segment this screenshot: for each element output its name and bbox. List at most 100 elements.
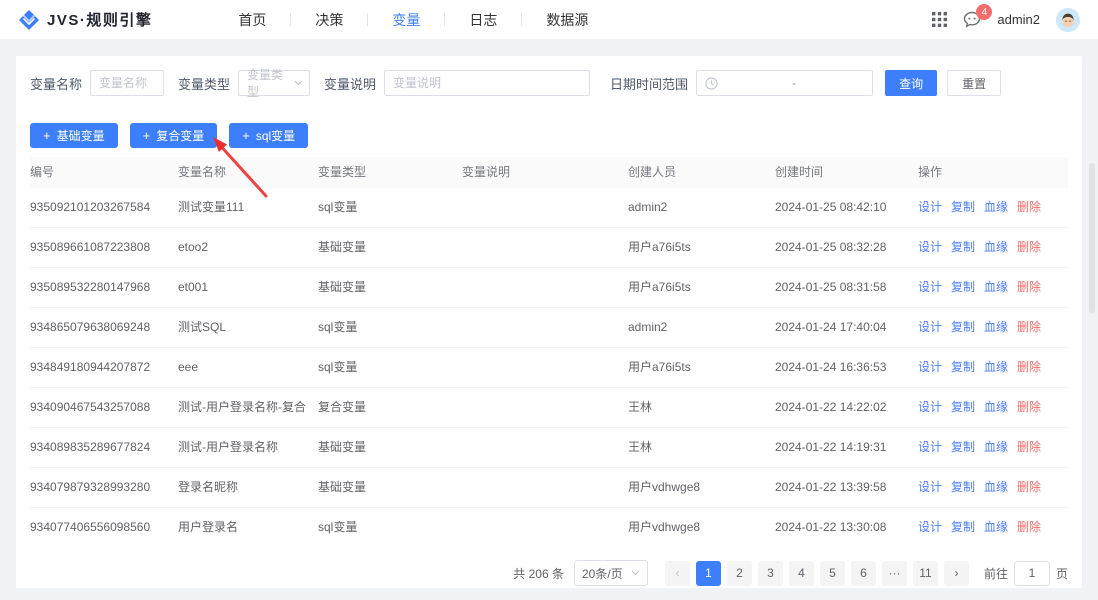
name-filter-input[interactable] [90,70,165,96]
delete-link[interactable]: 删除 [1017,400,1041,414]
lineage-link[interactable]: 血缘 [984,280,1008,294]
more-pages-button[interactable]: ··· [881,560,907,586]
filter-bar: 变量名称 变量类型 变量类型 变量说明 日期时间范围 - 查询 重置 [30,68,1068,99]
name-filter-label: 变量名称 [30,76,83,92]
copy-link[interactable]: 复制 [951,320,975,334]
logo-icon [18,9,40,31]
avatar[interactable] [1056,7,1080,32]
next-page-button[interactable]: › [943,560,969,586]
col-ops: 操作 [918,157,1068,188]
clock-icon [705,76,718,90]
type-filter-select[interactable]: 变量类型 [238,68,311,99]
search-button[interactable]: 查询 [885,70,938,96]
apps-grid-icon[interactable] [932,12,948,27]
nav-item-logs[interactable]: 日志 [445,0,521,40]
desc-filter-input[interactable] [384,70,591,96]
cell-creator: admin2 [628,307,775,348]
page-button-4[interactable]: 4 [788,560,814,586]
design-link[interactable]: 设计 [918,480,942,494]
cell-desc [462,347,628,388]
cell-creator: 王林 [628,387,775,428]
delete-link[interactable]: 删除 [1017,200,1041,214]
nav-item-home[interactable]: 首页 [214,0,290,40]
copy-link[interactable]: 复制 [951,280,975,294]
copy-link[interactable]: 复制 [951,520,975,534]
cell-id: 934090467543257088 [30,387,178,428]
copy-link[interactable]: 复制 [951,440,975,454]
copy-link[interactable]: 复制 [951,400,975,414]
delete-link[interactable]: 删除 [1017,480,1041,494]
nav-item-variable[interactable]: 变量 [368,0,444,40]
chevron-down-icon [631,570,640,576]
copy-link[interactable]: 复制 [951,360,975,374]
design-link[interactable]: 设计 [918,200,942,214]
cell-type: sql变量 [318,347,462,388]
design-link[interactable]: 设计 [918,240,942,254]
design-link[interactable]: 设计 [918,440,942,454]
col-desc: 变量说明 [462,157,628,188]
delete-link[interactable]: 删除 [1017,360,1041,374]
lineage-link[interactable]: 血缘 [984,400,1008,414]
date-range-picker[interactable]: - [696,70,874,96]
goto-page-input[interactable] [1013,560,1050,586]
add-basic-variable-button[interactable]: + 基础变量 [30,123,118,148]
lineage-link[interactable]: 血缘 [984,240,1008,254]
notification-badge: 4 [976,4,993,20]
delete-link[interactable]: 删除 [1017,440,1041,454]
cell-id: 935089661087223808 [30,227,178,268]
delete-link[interactable]: 删除 [1017,280,1041,294]
lineage-link[interactable]: 血缘 [984,320,1008,334]
page-button-3[interactable]: 3 [757,560,783,586]
page-size-value: 20条/页 [581,566,623,581]
add-sql-variable-button[interactable]: + sql变量 [229,123,309,148]
app-logo[interactable]: JVS·规则引擎 [18,9,152,31]
reset-button[interactable]: 重置 [947,70,1002,96]
lineage-link[interactable]: 血缘 [984,480,1008,494]
username[interactable]: admin2 [997,12,1040,27]
add-composite-variable-button[interactable]: + 复合变量 [129,123,218,148]
page-button-2[interactable]: 2 [726,560,752,586]
page-button-11[interactable]: 11 [912,560,938,586]
cell-ops: 设计 复制 血缘 删除 [918,188,1068,228]
copy-link[interactable]: 复制 [951,200,975,214]
design-link[interactable]: 设计 [918,360,942,374]
message-icon[interactable]: 4 [963,4,993,28]
lineage-link[interactable]: 血缘 [984,440,1008,454]
design-link[interactable]: 设计 [918,280,942,294]
cell-name: eee [178,347,318,388]
prev-page-button[interactable]: ‹ [664,560,690,586]
cell-id: 934077406556098560 [30,520,151,534]
design-link[interactable]: 设计 [918,520,942,534]
delete-link[interactable]: 删除 [1017,520,1041,534]
page-button-6[interactable]: 6 [850,560,876,586]
cell-ops: 设计 复制 血缘 删除 [918,227,1068,268]
page-button-5[interactable]: 5 [819,560,845,586]
cell-creator: 用户vdhwge8 [628,467,775,508]
delete-link[interactable]: 删除 [1017,320,1041,334]
desc-filter-label: 变量说明 [324,76,377,92]
design-link[interactable]: 设计 [918,320,942,334]
page-size-select[interactable]: 20条/页 [573,560,648,586]
cell-name: et001 [178,267,318,308]
cell-type: 基础变量 [318,227,462,268]
nav-item-datasource[interactable]: 数据源 [522,0,612,40]
delete-link[interactable]: 删除 [1017,240,1041,254]
copy-link[interactable]: 复制 [951,480,975,494]
cell-desc [462,467,628,508]
copy-link[interactable]: 复制 [951,240,975,254]
scrollbar-thumb[interactable] [1089,163,1095,313]
lineage-link[interactable]: 血缘 [984,520,1008,534]
design-link[interactable]: 设计 [918,400,942,414]
col-name: 变量名称 [178,157,318,188]
page-button-1[interactable]: 1 [695,560,721,586]
cell-time: 2024-01-25 08:31:58 [775,267,918,308]
nav-item-decision[interactable]: 决策 [291,0,367,40]
plus-icon: + [242,128,250,143]
cell-name: 用户登录名 [178,520,239,534]
cell-ops: 设计 复制 血缘 删除 [918,427,1068,468]
cell-time: 2024-01-24 16:36:53 [775,347,918,388]
lineage-link[interactable]: 血缘 [984,360,1008,374]
cell-type: 复合变量 [318,387,462,428]
cell-id: 934849180944207872 [30,347,178,388]
lineage-link[interactable]: 血缘 [984,200,1008,214]
